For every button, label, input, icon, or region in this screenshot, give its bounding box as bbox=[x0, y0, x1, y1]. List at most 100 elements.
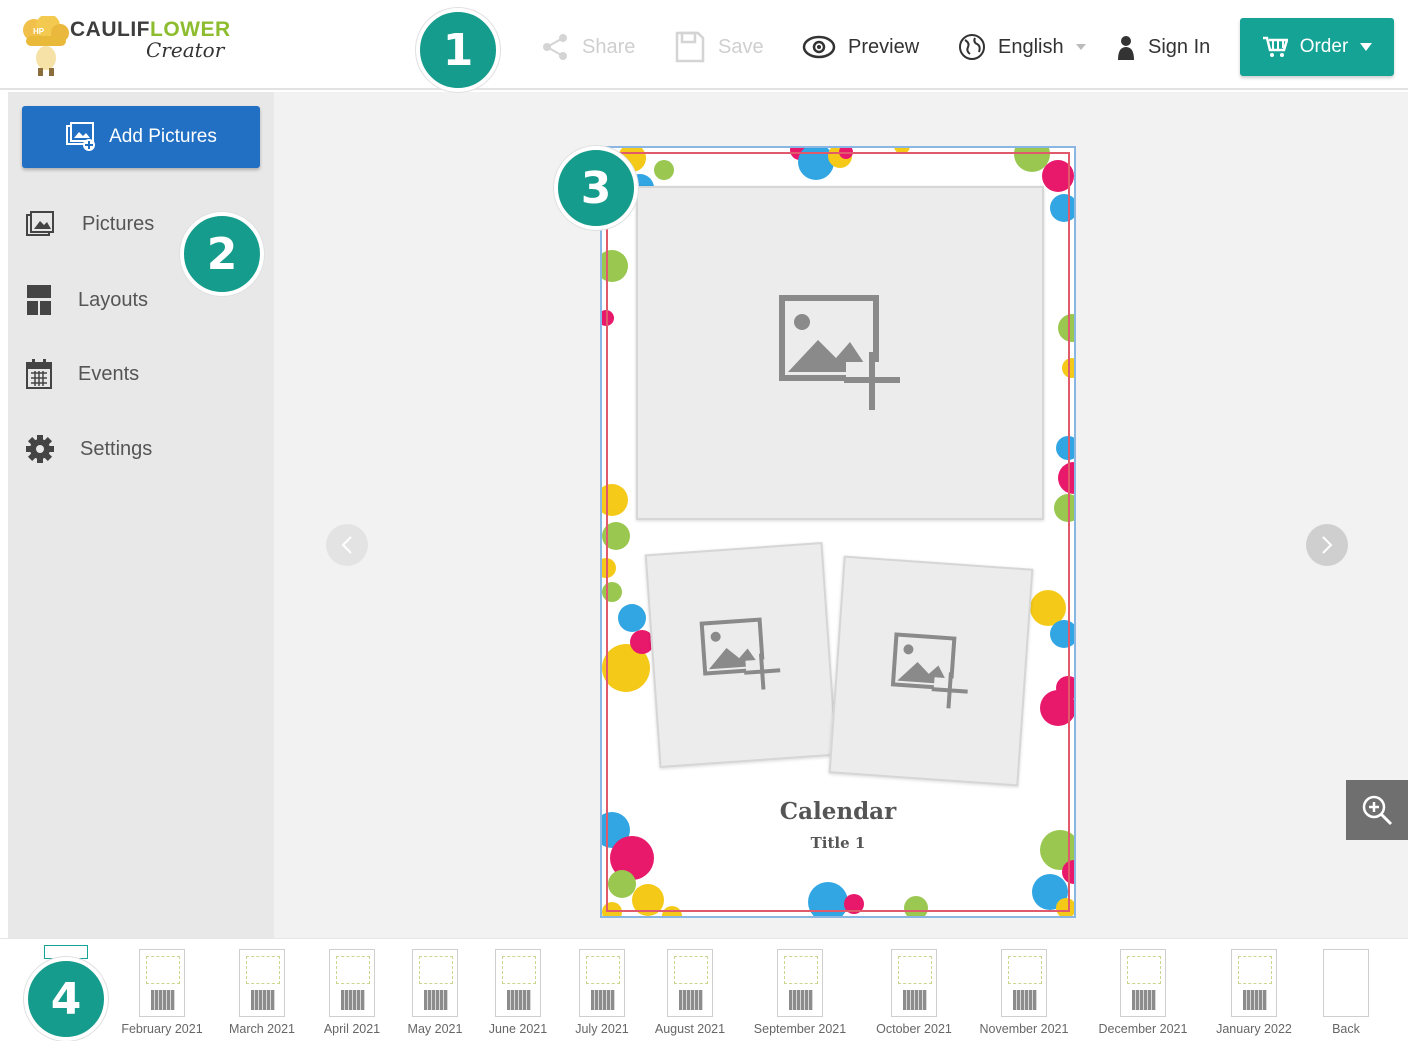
zoom-in-button[interactable] bbox=[1346, 780, 1408, 840]
app-root: HP CAULIFLOWER Creator Share Save Previe… bbox=[0, 0, 1408, 1041]
sidebar-item-label: Pictures bbox=[82, 212, 155, 235]
thumb-label: June 2021 bbox=[488, 1022, 548, 1036]
thumb-photo-slot bbox=[335, 956, 370, 984]
thumb-page-preview bbox=[494, 949, 541, 1017]
photo-placeholder-main[interactable] bbox=[636, 186, 1044, 520]
sidebar-item-label: Settings bbox=[80, 437, 153, 460]
thumb-photo-slot bbox=[146, 956, 180, 984]
thumb-photo-slot bbox=[585, 956, 620, 984]
thumb-photo-slot bbox=[673, 956, 708, 984]
thumb-label: February 2021 bbox=[121, 1022, 203, 1036]
thumb-label: November 2021 bbox=[979, 1022, 1069, 1036]
thumb-calendar-grid bbox=[789, 990, 813, 1010]
filmstrip-thumb[interactable]: June 2021 bbox=[489, 949, 547, 1036]
mascot-icon: HP bbox=[23, 16, 69, 76]
photo-placeholder-right[interactable] bbox=[828, 555, 1034, 787]
sidebar-item-events[interactable]: Events bbox=[26, 354, 139, 394]
thumb-label: Back bbox=[1332, 1022, 1360, 1036]
thumb-label: September 2021 bbox=[753, 1022, 847, 1036]
language-label: English bbox=[998, 35, 1064, 58]
thumb-calendar-grid bbox=[590, 990, 615, 1010]
filmstrip-thumb[interactable]: December 2021 bbox=[1098, 949, 1188, 1036]
calendar-subtitle[interactable]: Title 1 bbox=[602, 834, 1074, 852]
filmstrip-thumb[interactable]: July 2021 bbox=[575, 949, 629, 1036]
callout-badge-1: 1 bbox=[416, 8, 500, 92]
thumb-calendar-grid bbox=[250, 990, 275, 1010]
callout-badge-3: 3 bbox=[554, 146, 638, 230]
page-filmstrip: February 2021 March 2021 April 2021 May 202… bbox=[0, 938, 1408, 1041]
filmstrip-thumb[interactable]: May 2021 bbox=[407, 949, 463, 1036]
globe-icon bbox=[959, 34, 985, 60]
thumb-calendar-grid bbox=[340, 990, 365, 1010]
thumb-page-preview bbox=[139, 949, 185, 1017]
thumb-photo-slot bbox=[1126, 956, 1161, 984]
filmstrip-thumb[interactable]: March 2021 bbox=[229, 949, 295, 1036]
gear-icon bbox=[26, 435, 54, 463]
thumb-page-preview bbox=[777, 949, 823, 1017]
thumb-calendar-grid bbox=[1012, 990, 1037, 1010]
top-toolbar: HP CAULIFLOWER Creator Share Save Previe… bbox=[0, 0, 1408, 90]
save-button[interactable]: Save bbox=[674, 30, 764, 64]
photo-placeholder-left[interactable] bbox=[644, 542, 838, 768]
save-label: Save bbox=[718, 35, 764, 58]
thumb-page-preview bbox=[238, 949, 285, 1017]
calendar-page[interactable]: Calendar Title 1 bbox=[600, 146, 1076, 918]
calendar-icon bbox=[26, 359, 52, 389]
filmstrip-thumb[interactable]: November 2021 bbox=[979, 949, 1069, 1036]
preview-label: Preview bbox=[848, 35, 920, 58]
thumb-label: April 2021 bbox=[323, 1022, 381, 1036]
add-pictures-label: Add Pictures bbox=[109, 126, 217, 147]
pictures-icon bbox=[26, 211, 54, 236]
filmstrip-thumb[interactable]: August 2021 bbox=[655, 949, 725, 1036]
sidebar-item-label: Events bbox=[78, 362, 140, 385]
svg-text:HP: HP bbox=[33, 27, 45, 36]
thumb-label: December 2021 bbox=[1098, 1022, 1188, 1036]
filmstrip-thumb[interactable]: January 2022 bbox=[1216, 949, 1292, 1036]
order-label: Order bbox=[1299, 36, 1349, 57]
order-button[interactable]: Order bbox=[1240, 18, 1394, 76]
language-dropdown[interactable]: English bbox=[958, 30, 1086, 64]
share-button[interactable]: Share bbox=[540, 30, 635, 64]
thumb-calendar-grid bbox=[506, 990, 531, 1010]
thumb-photo-slot bbox=[898, 956, 932, 984]
thumb-calendar-grid bbox=[1242, 990, 1267, 1010]
thumb-page-preview bbox=[891, 949, 937, 1017]
filmstrip-thumb[interactable]: October 2021 bbox=[876, 949, 952, 1036]
sign-in-label: Sign In bbox=[1148, 35, 1211, 58]
chevron-left-icon bbox=[341, 536, 352, 554]
thumb-page-preview bbox=[1230, 949, 1277, 1017]
add-image-icon bbox=[890, 632, 969, 709]
sidebar-item-settings[interactable]: Settings bbox=[26, 429, 152, 469]
thumb-label: January 2022 bbox=[1216, 1022, 1292, 1036]
sidebar-item-layouts[interactable]: Layouts bbox=[26, 280, 148, 320]
cart-icon bbox=[1262, 36, 1288, 57]
sign-in-button[interactable]: Sign In bbox=[1116, 30, 1210, 64]
thumb-page-preview bbox=[1000, 949, 1047, 1017]
thumb-calendar-grid bbox=[903, 990, 927, 1010]
thumb-photo-slot bbox=[1007, 956, 1042, 984]
preview-button[interactable]: Preview bbox=[802, 30, 919, 64]
next-page-button[interactable] bbox=[1306, 524, 1348, 566]
chevron-down-icon bbox=[1075, 44, 1086, 50]
sidebar-item-pictures[interactable]: Pictures bbox=[26, 204, 154, 244]
callout-badge-4: 4 bbox=[24, 957, 108, 1041]
thumb-photo-slot bbox=[419, 956, 453, 984]
filmstrip-thumb[interactable]: April 2021 bbox=[324, 949, 380, 1036]
save-icon bbox=[675, 31, 705, 63]
calendar-title[interactable]: Calendar bbox=[602, 798, 1074, 825]
add-pictures-button[interactable]: Add Pictures bbox=[22, 106, 260, 168]
prev-page-button[interactable] bbox=[326, 524, 368, 566]
chevron-right-icon bbox=[1322, 536, 1333, 554]
add-pictures-icon bbox=[66, 122, 96, 151]
thumb-label: August 2021 bbox=[654, 1022, 726, 1036]
thumb-label: March 2021 bbox=[228, 1022, 295, 1036]
sidebar-item-label: Layouts bbox=[78, 288, 149, 311]
callout-badge-2: 2 bbox=[180, 212, 264, 296]
share-label: Share bbox=[582, 35, 636, 58]
cauliflower-creator-logo[interactable]: HP CAULIFLOWER Creator bbox=[20, 16, 250, 78]
add-image-icon bbox=[699, 617, 781, 690]
filmstrip-thumb[interactable]: September 2021 bbox=[754, 949, 846, 1036]
filmstrip-thumb[interactable]: February 2021 bbox=[121, 949, 203, 1036]
thumb-label: May 2021 bbox=[407, 1022, 463, 1036]
filmstrip-thumb-back[interactable]: Back bbox=[1323, 949, 1369, 1036]
